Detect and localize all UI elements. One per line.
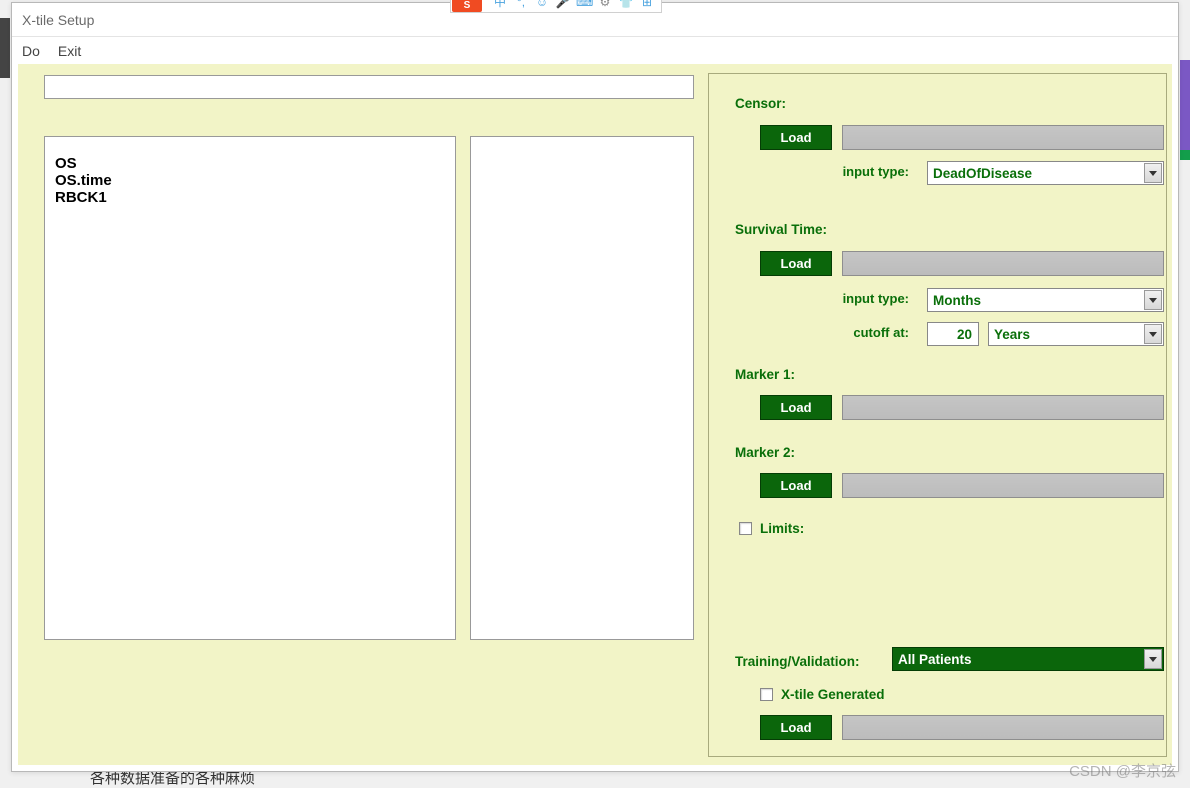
xtile-gen-checkbox[interactable] (760, 688, 773, 701)
ime-icon-6[interactable]: ⚙ (597, 0, 613, 8)
survival-label: Survival Time: (735, 222, 827, 237)
top-display-field (44, 75, 694, 99)
censor-value-field (842, 125, 1164, 150)
trainval-load-button[interactable]: Load (760, 715, 832, 740)
xtile-setup-window: X-tile Setup Do Exit OS OS.time RBCK1 Ce… (11, 2, 1179, 772)
variable-listbox-left[interactable]: OS OS.time RBCK1 (44, 136, 456, 640)
xtile-gen-label: X-tile Generated (781, 687, 885, 702)
list-item[interactable]: RBCK1 (55, 189, 445, 206)
list-item[interactable]: OS (55, 155, 445, 172)
censor-label: Censor: (735, 96, 786, 111)
cutoff-value-input[interactable]: 20 (927, 322, 979, 346)
survival-input-type-label: input type: (809, 291, 909, 306)
survival-load-button[interactable]: Load (760, 251, 832, 276)
marker1-label: Marker 1: (735, 367, 795, 382)
survival-value-field (842, 251, 1164, 276)
xtile-gen-checkbox-wrap[interactable]: X-tile Generated (760, 687, 885, 702)
marker2-load-button[interactable]: Load (760, 473, 832, 498)
censor-load-button[interactable]: Load (760, 125, 832, 150)
cutoff-unit-select[interactable]: Years (988, 322, 1164, 346)
cutoff-label: cutoff at: (809, 325, 909, 340)
ime-icon-5[interactable]: ⌨ (576, 0, 592, 8)
cutoff-unit-value: Years (994, 327, 1030, 342)
menu-exit[interactable]: Exit (58, 43, 81, 59)
chevron-down-icon[interactable] (1144, 324, 1162, 344)
censor-input-type-select[interactable]: DeadOfDisease (927, 161, 1164, 185)
marker2-label: Marker 2: (735, 445, 795, 460)
ime-icon-3[interactable]: ☺ (534, 0, 550, 8)
marker2-value-field (842, 473, 1164, 498)
sogou-ime-icon: S (452, 0, 482, 12)
marker1-value-field (842, 395, 1164, 420)
menu-do[interactable]: Do (22, 43, 40, 59)
marker1-load-button[interactable]: Load (760, 395, 832, 420)
ime-icon-7[interactable]: 👕 (618, 0, 634, 8)
trainval-label: Training/Validation: (735, 654, 860, 669)
chevron-down-icon[interactable] (1144, 163, 1162, 183)
limits-label: Limits: (760, 521, 804, 536)
watermark: CSDN @李京弦 (1069, 760, 1176, 781)
survival-input-type-value: Months (933, 293, 981, 308)
settings-panel: Censor: Load input type: DeadOfDisease S… (708, 73, 1167, 757)
menubar: Do Exit (12, 37, 1178, 64)
variable-listbox-right[interactable] (470, 136, 694, 640)
trainval-select[interactable]: All Patients (892, 647, 1164, 671)
survival-input-type-select[interactable]: Months (927, 288, 1164, 312)
ime-icon-1[interactable]: 中 (492, 0, 508, 8)
censor-input-type-label: input type: (809, 164, 909, 179)
limits-checkbox[interactable] (739, 522, 752, 535)
trainval-value: All Patients (898, 652, 972, 667)
ime-icon-8[interactable]: ⊞ (639, 0, 655, 8)
chevron-down-icon[interactable] (1144, 290, 1162, 310)
censor-input-type-value: DeadOfDisease (933, 166, 1032, 181)
limits-checkbox-wrap[interactable]: Limits: (739, 521, 804, 536)
ime-icon-2[interactable]: °, (513, 0, 529, 8)
chevron-down-icon[interactable] (1144, 649, 1162, 669)
main-canvas: OS OS.time RBCK1 Censor: Load input type… (18, 64, 1172, 765)
list-item[interactable]: OS.time (55, 172, 445, 189)
ime-icon-4[interactable]: 🎤 (555, 0, 571, 8)
trainval-value-field (842, 715, 1164, 740)
